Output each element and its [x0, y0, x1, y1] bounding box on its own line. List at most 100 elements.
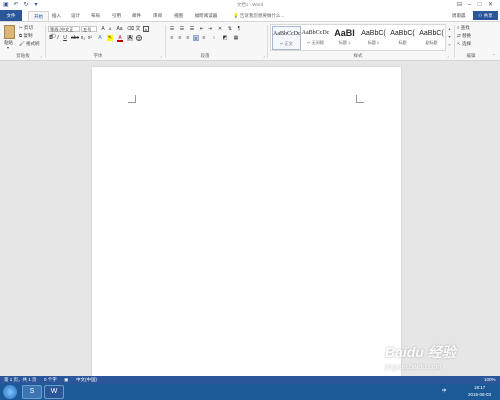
restore-icon[interactable]: □ [475, 1, 484, 9]
title-bar: ▣ ↶ ↻ ▾ 文档1 - Word ⊟ – □ ✕ [0, 0, 500, 10]
sort-icon[interactable]: ⇅ [227, 26, 233, 32]
dialog-launcher-icon[interactable]: ⌟ [263, 53, 265, 58]
borders-icon[interactable]: ▦ [233, 35, 239, 41]
subscript-icon[interactable]: x₂ [80, 35, 86, 41]
more-icon[interactable]: ▿ [447, 41, 452, 49]
word-taskbar-icon[interactable]: W [44, 385, 64, 399]
show-marks-icon[interactable]: ¶ [236, 26, 242, 32]
tab-review[interactable]: 审阅 [150, 12, 165, 20]
justify-icon[interactable]: ≡ [193, 35, 199, 42]
style-heading-2[interactable]: AaBbC(标题 2 [359, 26, 388, 50]
increase-indent-icon[interactable]: ⇥ [207, 26, 213, 32]
font-name-combo[interactable]: 等线 (中文正文) [48, 26, 80, 38]
tab-foxit-reader[interactable]: 福昕阅读器 [192, 12, 220, 20]
tab-view[interactable]: 视图 [171, 12, 186, 20]
tab-mailings[interactable]: 邮件 [129, 12, 144, 20]
cut-button[interactable]: ✂ 剪切 [19, 25, 33, 31]
find-label: 查找 [460, 25, 470, 30]
phonetic-guide-icon[interactable]: 文 [135, 26, 141, 32]
char-border-icon[interactable]: A [143, 26, 149, 32]
font-color-icon[interactable]: A [117, 35, 123, 42]
clear-formatting-icon[interactable]: ⌫ [127, 26, 134, 32]
clock-time[interactable]: 18:17 [474, 385, 485, 390]
document-area[interactable] [0, 61, 500, 387]
shrink-font-icon[interactable]: A [107, 26, 113, 32]
style-normal[interactable]: AaBbCcDc ↵ 正文 [272, 26, 301, 50]
tab-design[interactable]: 设计 [68, 12, 83, 20]
bullets-icon[interactable]: ☰ [169, 26, 175, 32]
cursor-icon: ↖ [457, 41, 461, 46]
styles-gallery: AaBbCcDc ↵ 正文 AaBbCcDc ↵ 无间隔 AaBl 标题 1 AaBb… [270, 24, 446, 51]
tab-layout[interactable]: 布局 [88, 12, 103, 20]
numbering-icon[interactable]: ☰ [179, 26, 185, 32]
style-subtitle[interactable]: AaBbC(副标题 [417, 26, 446, 50]
clock-date[interactable]: 2016-08-03 [468, 392, 491, 397]
italic-icon[interactable]: I [55, 35, 61, 41]
highlight-icon[interactable]: ✎ [107, 35, 113, 41]
dialog-launcher-icon[interactable]: ⌟ [160, 53, 162, 58]
chevron-up-icon[interactable]: ▴ [447, 25, 452, 33]
share-button[interactable]: ⚇ 共享 [473, 11, 498, 20]
tab-insert[interactable]: 插入 [49, 12, 64, 20]
dialog-launcher-icon[interactable]: ⌟ [40, 53, 42, 58]
account-name[interactable]: 周雨晨 [452, 12, 466, 20]
style-name: ↵ 正文 [280, 41, 293, 46]
multilevel-list-icon[interactable]: ☰ [189, 26, 195, 32]
start-button[interactable] [3, 385, 17, 399]
underline-icon[interactable]: U [62, 35, 68, 41]
enclosed-char-icon[interactable]: 字 [136, 35, 142, 41]
taskbar: S W 中 18:17 2016-08-03 [0, 384, 500, 400]
ime-icon[interactable]: 中 [442, 388, 447, 394]
style-heading-1[interactable]: AaBl 标题 1 [330, 26, 359, 50]
align-left-icon[interactable]: ≡ [169, 35, 175, 41]
style-title[interactable]: AaBbC(标题 [388, 26, 417, 50]
format-painter-button[interactable]: 🖌 格式刷 [19, 41, 39, 47]
text-effects-icon[interactable]: A [97, 35, 103, 41]
replace-button[interactable]: ⇄ 替换 [457, 33, 471, 39]
minimize-icon[interactable]: – [465, 1, 474, 9]
distributed-icon[interactable]: ≡ [201, 35, 207, 41]
select-button[interactable]: ↖ 选择 [457, 41, 471, 47]
copy-button[interactable]: ⧉ 复制 [19, 33, 32, 39]
chevron-down-icon[interactable]: ▾ [447, 33, 452, 41]
char-shading-icon[interactable]: A [127, 35, 133, 41]
decrease-indent-icon[interactable]: ⇤ [199, 26, 205, 32]
style-no-spacing[interactable]: AaBbCcDc ↵ 无间隔 [301, 26, 330, 50]
close-icon[interactable]: ✕ [486, 1, 495, 9]
line-spacing-icon[interactable]: ↕ [211, 35, 217, 41]
styles-scroll[interactable]: ▴ ▾ ▿ [447, 25, 452, 49]
strikethrough-icon[interactable]: abc [71, 35, 79, 41]
tab-file[interactable]: 文件 [0, 10, 22, 21]
find-button[interactable]: ⌕ 查找 [457, 25, 470, 31]
style-preview: AaBbC( [361, 30, 386, 37]
tab-references[interactable]: 引用 [109, 12, 124, 20]
sogou-icon[interactable]: S [22, 385, 42, 399]
paste-button[interactable]: 粘贴 ▾ [3, 25, 17, 51]
collapse-ribbon-icon[interactable]: ⌃ [492, 53, 495, 58]
document-page[interactable] [92, 67, 401, 387]
chinese-layout-icon[interactable]: ✕ [217, 26, 223, 32]
language-indicator[interactable]: 中文(中国) [76, 376, 97, 384]
align-right-icon[interactable]: ≡ [185, 35, 191, 41]
change-case-icon[interactable]: Aa [115, 26, 124, 32]
align-center-icon[interactable]: ≡ [177, 35, 183, 41]
bold-icon[interactable]: B [48, 35, 54, 41]
dialog-launcher-icon[interactable]: ⌟ [447, 53, 449, 58]
page-count[interactable]: 第 1 页，共 1 页 [4, 376, 37, 384]
grow-font-icon[interactable]: A [100, 26, 106, 32]
ribbon-display-icon[interactable]: ⊟ [455, 1, 464, 9]
window-title: 文档1 - Word [236, 2, 264, 7]
word-count[interactable]: 0 个字 [44, 376, 57, 384]
proofing-icon[interactable]: ▣ [64, 376, 68, 384]
superscript-icon[interactable]: x² [87, 35, 93, 41]
style-preview: AaBbCcDc [273, 31, 301, 37]
tell-me-box[interactable]: 💡 告诉我您想要做什么... [233, 12, 284, 20]
cut-label: 剪切 [24, 25, 34, 30]
style-preview: AaBbCcDc [301, 30, 330, 36]
group-divider [165, 25, 166, 58]
font-size-combo[interactable]: 五号 [81, 26, 97, 32]
watermark-url: jingyan.baidu.com [385, 364, 442, 371]
group-divider [45, 25, 46, 58]
shading-icon[interactable]: ◩ [222, 35, 228, 41]
scissors-icon: ✂ [19, 25, 23, 30]
